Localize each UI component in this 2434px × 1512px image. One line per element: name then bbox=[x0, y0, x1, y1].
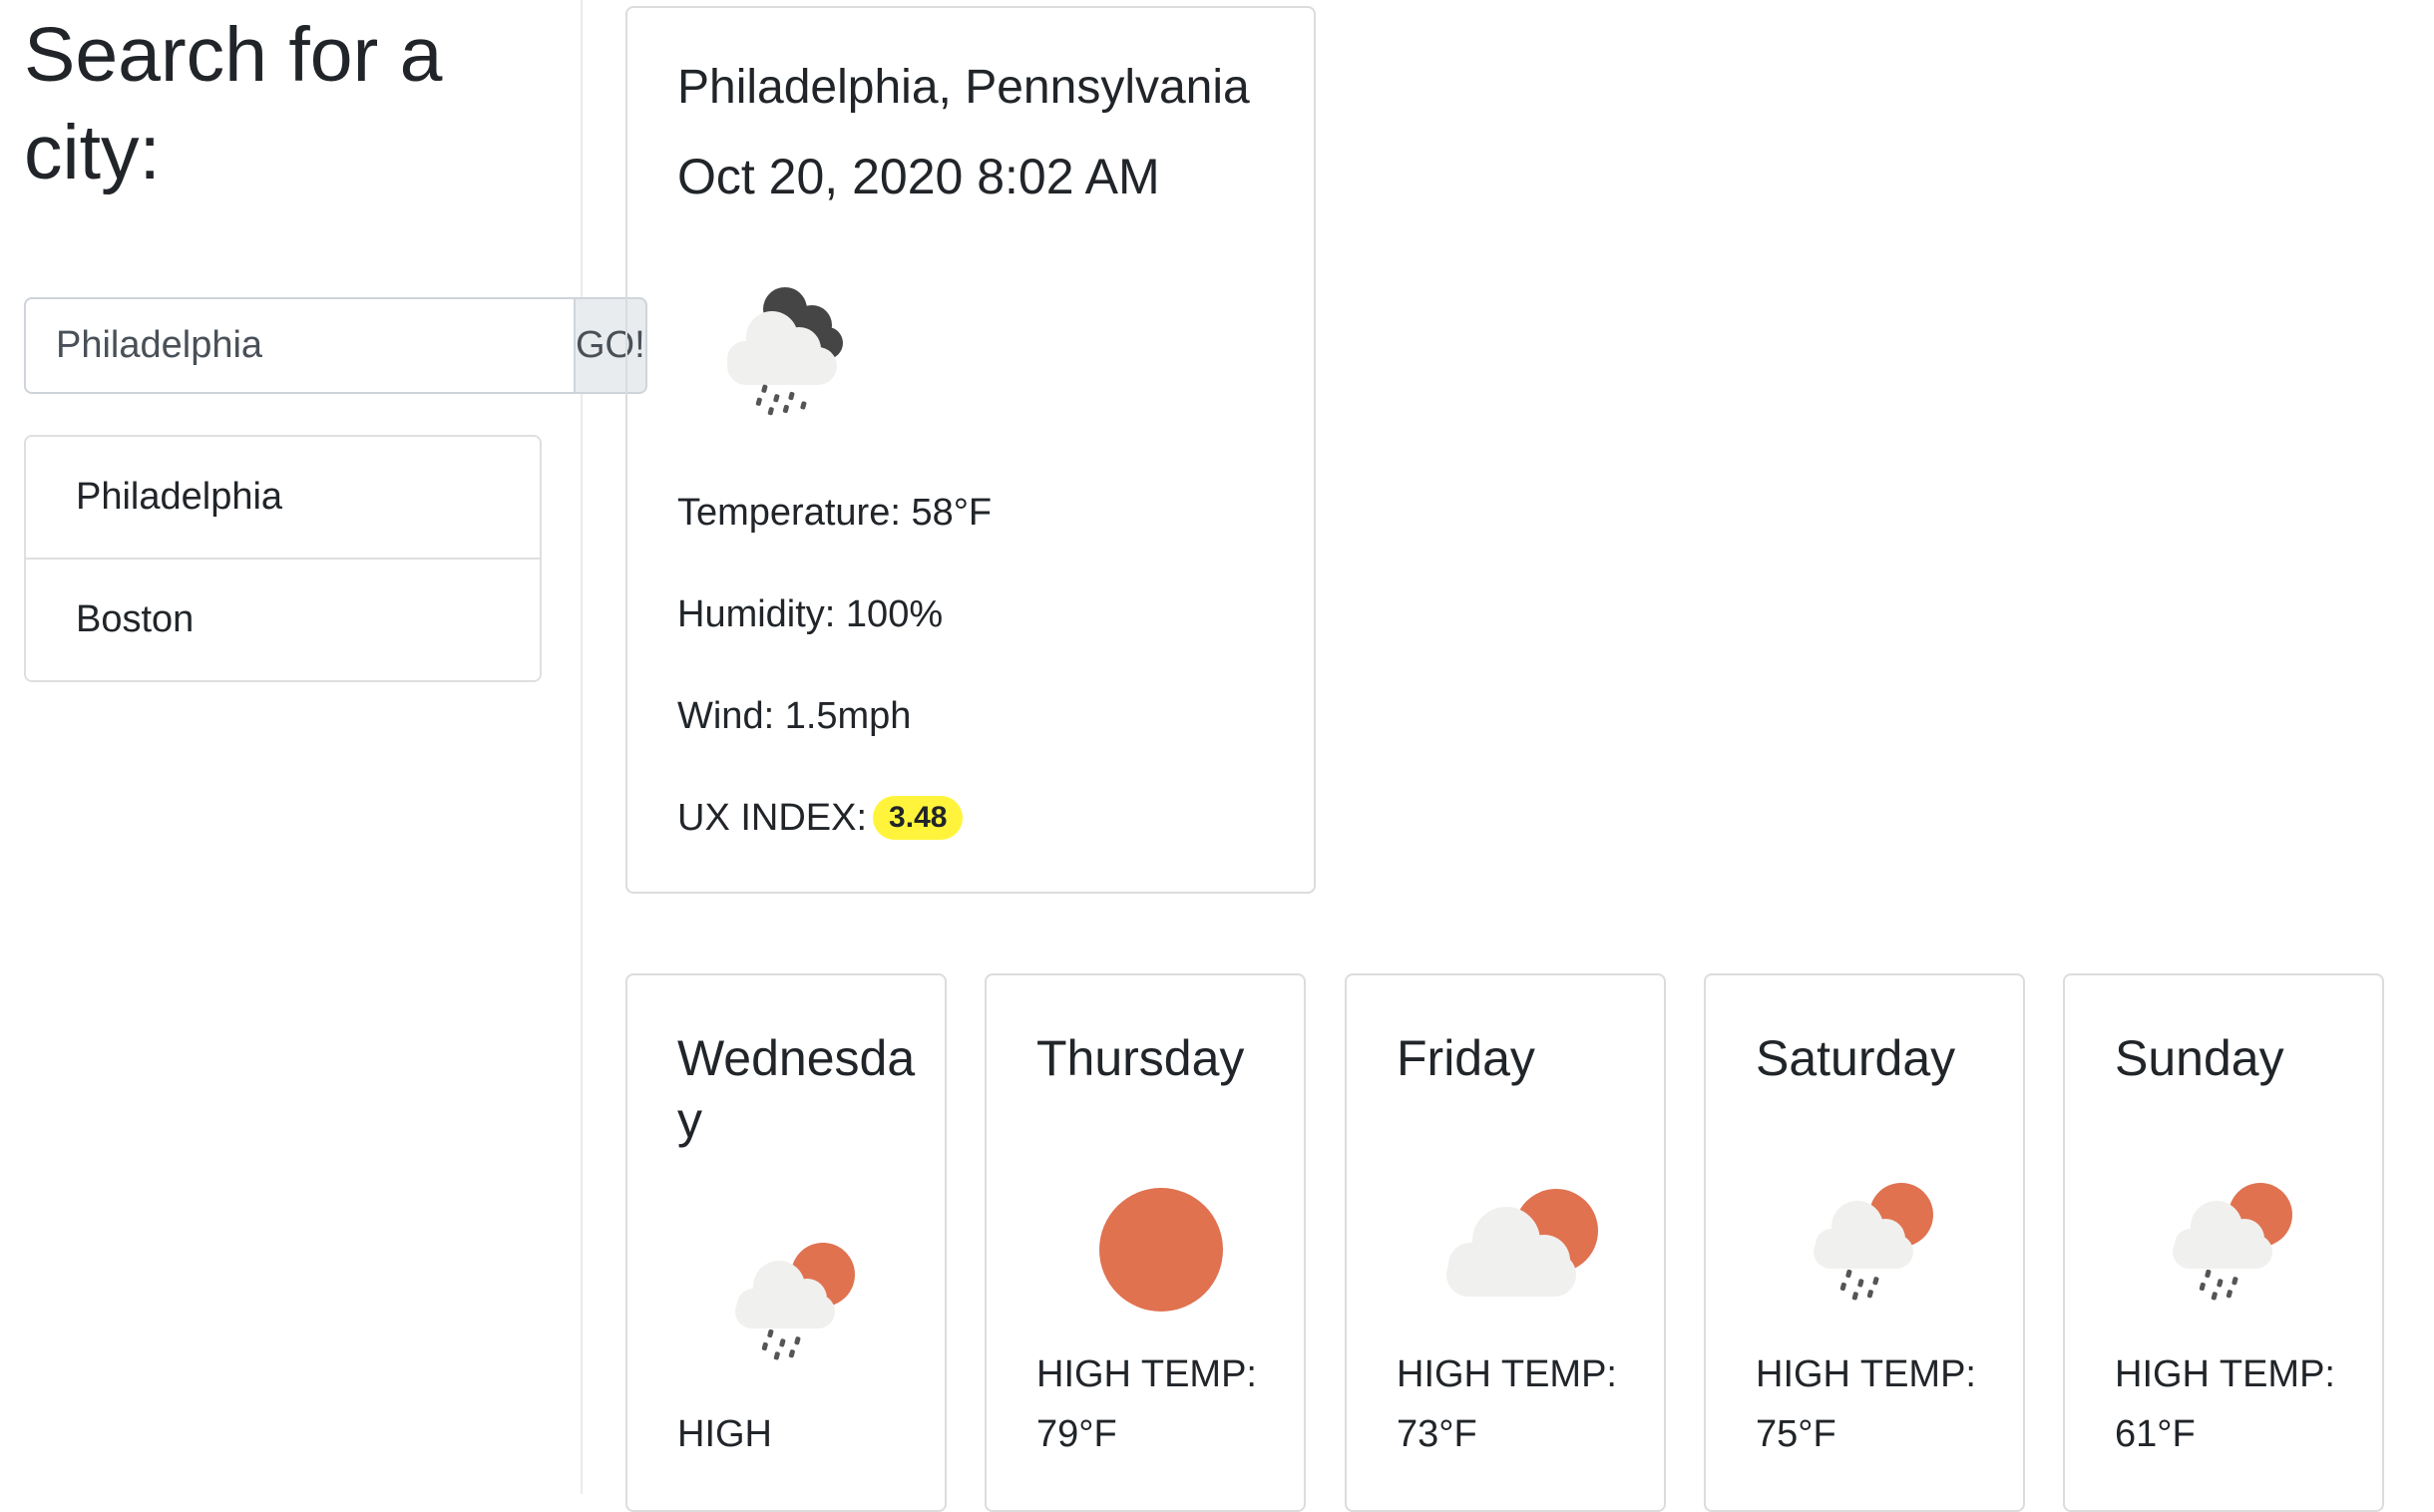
forecast-day: Thursday bbox=[1036, 1030, 1245, 1086]
current-datetime: Oct 20, 2020 8:02 AM bbox=[677, 149, 1160, 204]
city-title: Philadelphia, Pennsylvania bbox=[677, 61, 1250, 114]
search-heading: Search for a city: bbox=[24, 12, 443, 195]
city-search-input[interactable] bbox=[24, 297, 574, 394]
history-item-philadelphia[interactable]: Philadelphia bbox=[26, 437, 540, 560]
forecast-card-sunday: Sunday HIGH TEMP: 61°F bbox=[2063, 973, 2384, 1512]
rain-cloud-dark-icon bbox=[727, 287, 843, 416]
search-history-list: Philadelphia Boston bbox=[24, 435, 542, 682]
current-wind: Wind: 1.5mph bbox=[677, 695, 912, 737]
uv-index-badge: 3.48 bbox=[873, 795, 964, 840]
forecast-card-thursday: Thursday HIGH TEMP: 79°F bbox=[985, 973, 1306, 1512]
uv-index-label: UX INDEX: bbox=[677, 797, 868, 839]
forecast-day: Sunday bbox=[2115, 1030, 2284, 1086]
forecast-card-friday: Friday HIGH TEMP: 73°F bbox=[1345, 973, 1666, 1512]
forecast-high-temp: HIGH TEMP: 73°F bbox=[1397, 1353, 1617, 1455]
search-form: GO! bbox=[24, 297, 647, 394]
forecast-high-temp: HIGH TEMP: 75°F bbox=[1756, 1353, 1976, 1455]
sidebar: Search for a city: GO! Philadelphia Bost… bbox=[0, 0, 647, 1494]
sun-cloud-icon bbox=[1446, 1189, 1598, 1297]
forecast-card-saturday: Saturday HIGH TEMP: 75°F bbox=[1704, 973, 2025, 1512]
current-humidity: Humidity: 100% bbox=[677, 593, 944, 635]
history-item-boston[interactable]: Boston bbox=[26, 560, 540, 680]
forecast-day: Wednesday bbox=[677, 1030, 916, 1148]
current-temperature: Temperature: 58°F bbox=[677, 492, 993, 534]
forecast-high-temp: HIGH bbox=[677, 1413, 772, 1455]
forecast-day: Saturday bbox=[1756, 1030, 1956, 1086]
forecast-card-wednesday: Wednesday HIGH bbox=[625, 973, 947, 1512]
sun-rain-icon bbox=[735, 1243, 855, 1360]
sun-rain-icon bbox=[2173, 1183, 2292, 1301]
uv-index-row: UX INDEX: 3.48 bbox=[677, 795, 964, 842]
sun-rain-icon bbox=[1814, 1183, 1933, 1301]
sun-icon bbox=[1099, 1188, 1223, 1312]
forecast-high-temp: HIGH TEMP: 61°F bbox=[2115, 1353, 2335, 1455]
current-weather-card: Philadelphia, Pennsylvania Oct 20, 2020 … bbox=[625, 6, 1316, 894]
forecast-day: Friday bbox=[1397, 1030, 1535, 1086]
forecast-high-temp: HIGH TEMP: 79°F bbox=[1036, 1353, 1257, 1455]
